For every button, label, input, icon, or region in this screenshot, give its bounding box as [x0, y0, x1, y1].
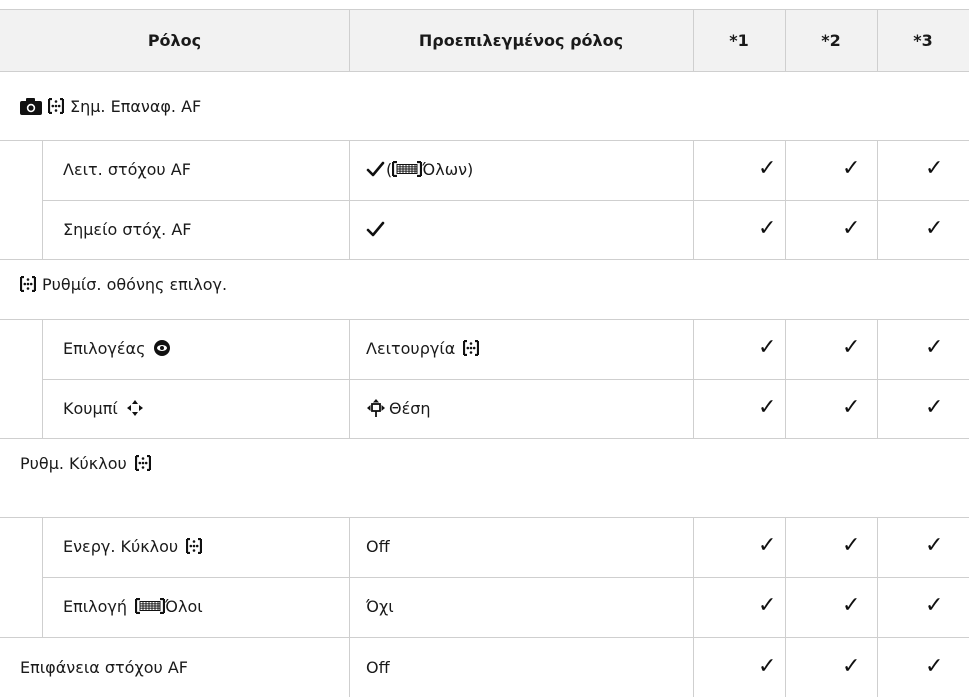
divider [42, 577, 969, 578]
settings-table: Ρόλος Προεπιλεγμένος ρόλος *1 *2 *3 Σημ.… [0, 0, 969, 697]
af-target-icon [463, 340, 480, 356]
section-title-cycle-settings: Ρυθμ. Κύκλου [20, 441, 151, 485]
check-col-2: ✓ [842, 216, 861, 241]
section-title-selection-screen: Ρυθμίσ. οθόνης επιλογ. [20, 262, 227, 306]
header-role: Ρόλος [147, 30, 202, 50]
table-header-row: Ρόλος Προεπιλεγμένος ρόλος *1 *2 *3 [0, 9, 969, 71]
row-default: Λειτουργία [366, 320, 480, 376]
divider [0, 319, 969, 320]
divider [693, 140, 694, 259]
divider [42, 517, 43, 637]
arrow-pad-position-icon [367, 399, 385, 417]
divider [42, 200, 969, 201]
check-icon [366, 221, 385, 237]
divider [785, 319, 786, 438]
divider [0, 259, 969, 260]
check-col-2: ✓ [842, 156, 861, 181]
header-col-2: *2 [821, 30, 841, 50]
camera-icon [20, 98, 42, 115]
divider [349, 140, 350, 259]
divider [877, 319, 878, 438]
divider [785, 9, 786, 71]
section-title-af-reset: Σημ. Επαναφ. AF [20, 84, 201, 128]
divider [693, 319, 694, 438]
section-title-text: Ρυθμίσ. οθόνης επιλογ. [42, 274, 228, 294]
divider [349, 319, 350, 438]
row-label: Επιλογή Όλοι [63, 596, 203, 616]
check-col-3: ✓ [925, 533, 944, 558]
row-default [366, 201, 386, 257]
divider [42, 379, 969, 380]
divider [785, 140, 786, 259]
row-default: Off [366, 536, 390, 556]
row-default: Όχι [366, 596, 394, 616]
check-col-2: ✓ [842, 654, 861, 679]
row-label: Κουμπί [63, 380, 144, 436]
all-targets-icon [135, 598, 166, 614]
check-col-1: ✓ [758, 395, 777, 420]
divider [0, 140, 969, 141]
section-title-text: Σημ. Επαναφ. AF [70, 96, 202, 116]
divider [349, 517, 350, 697]
dial-icon [154, 340, 171, 356]
row-label: Ενεργ. Κύκλου [63, 518, 203, 574]
check-col-3: ✓ [925, 654, 944, 679]
all-targets-icon [392, 161, 423, 177]
divider [693, 517, 694, 697]
check-col-2: ✓ [842, 335, 861, 360]
check-col-2: ✓ [842, 533, 861, 558]
divider [0, 71, 969, 72]
divider [785, 517, 786, 697]
check-col-1: ✓ [758, 593, 777, 618]
divider [877, 9, 878, 71]
row-default: ( Όλων) [366, 141, 473, 197]
header-col-3: *3 [913, 30, 933, 50]
check-col-3: ✓ [925, 335, 944, 360]
check-col-2: ✓ [842, 395, 861, 420]
row-label: Επιλογέας [63, 320, 171, 376]
divider [693, 9, 694, 71]
arrow-pad-icon [126, 400, 143, 416]
row-label: Λειτ. στόχου AF [63, 159, 191, 179]
af-target-icon [20, 276, 36, 292]
check-col-3: ✓ [925, 216, 944, 241]
af-target-icon [134, 455, 151, 471]
divider [877, 517, 878, 697]
check-col-3: ✓ [925, 593, 944, 618]
divider [0, 517, 969, 518]
row-default: Off [366, 657, 390, 677]
section-title-text: Ρυθμ. Κύκλου [20, 453, 127, 473]
divider [42, 140, 43, 259]
divider [0, 9, 969, 10]
check-col-1: ✓ [758, 335, 777, 360]
af-target-icon [186, 538, 203, 554]
check-col-1: ✓ [758, 654, 777, 679]
check-col-3: ✓ [925, 395, 944, 420]
check-col-1: ✓ [758, 533, 777, 558]
header-col-1: *1 [729, 30, 749, 50]
check-col-3: ✓ [925, 156, 944, 181]
check-col-1: ✓ [758, 156, 777, 181]
row-label: Σημείο στόχ. AF [63, 219, 192, 239]
divider [0, 637, 969, 638]
divider [0, 438, 969, 439]
row-default: Θέση [366, 380, 431, 436]
divider [42, 319, 43, 438]
divider [877, 140, 878, 259]
check-icon [366, 161, 385, 177]
header-default-role: Προεπιλεγμένος ρόλος [418, 30, 624, 50]
af-target-icon [48, 98, 64, 114]
row-label: Επιφάνεια στόχου AF [20, 657, 188, 677]
check-col-1: ✓ [758, 216, 777, 241]
divider [349, 9, 350, 71]
check-col-2: ✓ [842, 593, 861, 618]
